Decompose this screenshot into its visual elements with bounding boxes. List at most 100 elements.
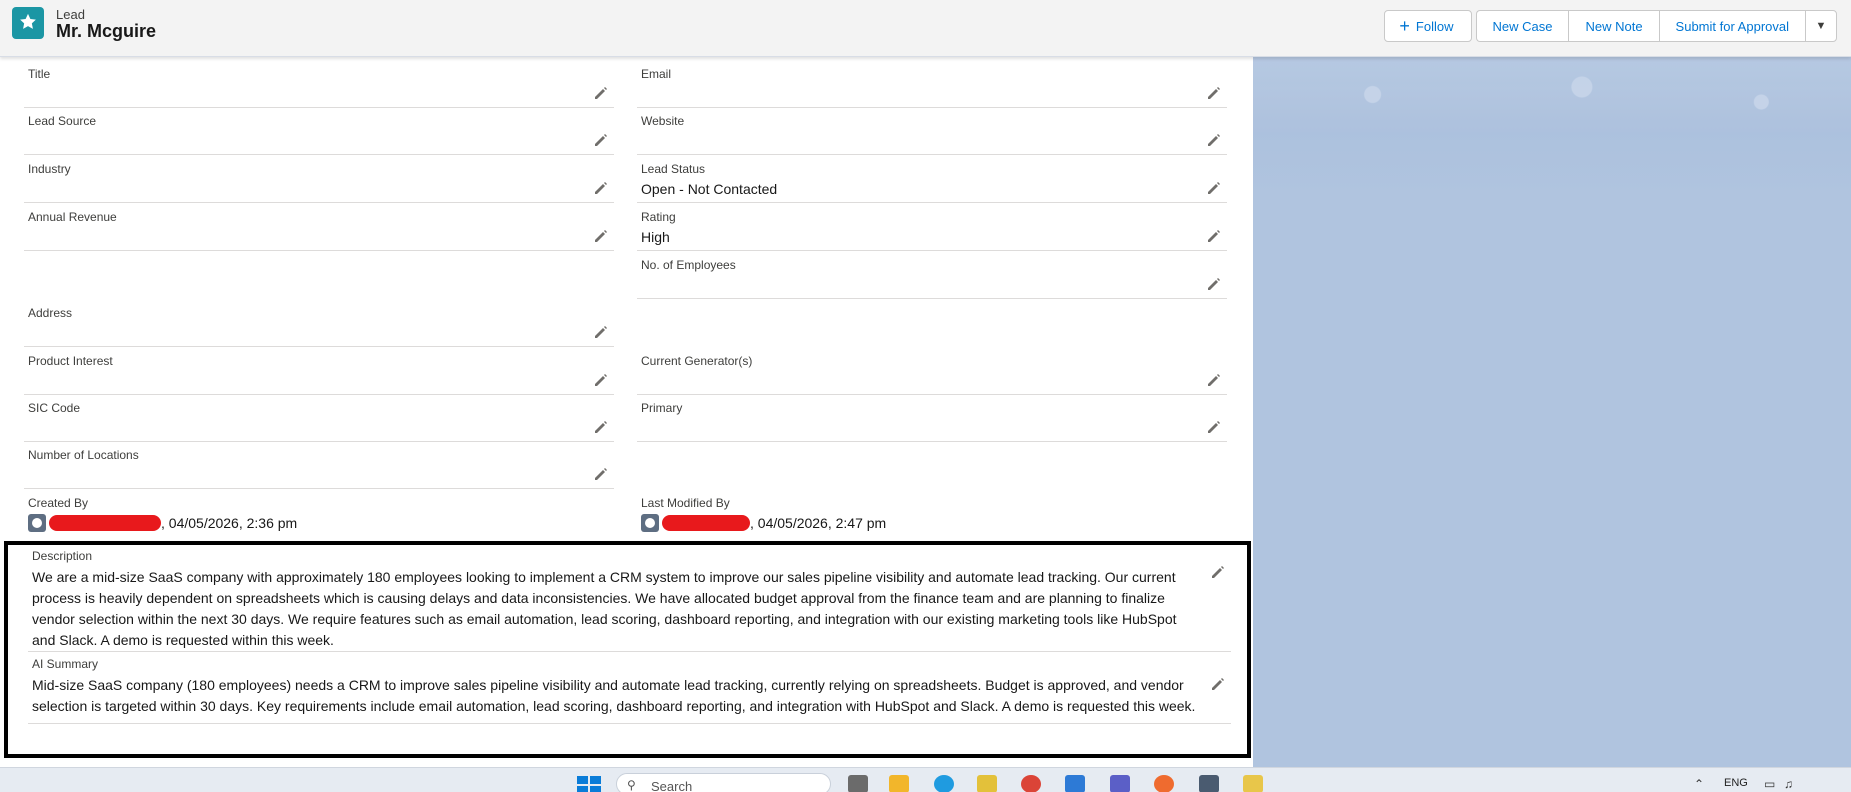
field-industry: Industry <box>24 157 614 203</box>
chrome-icon[interactable] <box>1021 775 1041 792</box>
field-address: Address <box>24 301 614 347</box>
edit-pencil-icon[interactable] <box>1207 373 1221 387</box>
edit-pencil-icon[interactable] <box>1207 420 1221 434</box>
object-label: Lead <box>56 7 85 22</box>
edit-pencil-icon[interactable] <box>1211 565 1225 579</box>
action-button-group: New Case New Note Submit for Approval ▼ <box>1475 10 1837 42</box>
submit-for-approval-button[interactable]: Submit for Approval <box>1658 10 1805 42</box>
taskbar-search[interactable]: ⚲ Search <box>616 773 831 792</box>
field-value: High <box>641 229 670 245</box>
redacted-name <box>49 515 161 531</box>
edit-pencil-icon[interactable] <box>1207 133 1221 147</box>
modified-date: , 04/05/2026, 2:47 pm <box>750 515 887 531</box>
field-label: AI Summary <box>32 657 99 671</box>
lead-icon <box>12 7 44 39</box>
file-explorer-icon[interactable] <box>889 775 909 792</box>
field-label: Lead Source <box>28 114 97 128</box>
edit-pencil-icon[interactable] <box>594 229 608 243</box>
field-rating: Rating High <box>637 205 1227 251</box>
field-label: SIC Code <box>28 401 81 415</box>
vscode-icon[interactable] <box>1065 775 1085 792</box>
background-area <box>1253 57 1851 767</box>
field-label: Website <box>641 114 685 128</box>
field-label: Number of Locations <box>28 448 139 462</box>
chevron-down-icon: ▼ <box>1815 20 1827 32</box>
plus-icon: + <box>1399 16 1410 36</box>
field-label: Product Interest <box>28 354 113 368</box>
field-lead-source: Lead Source <box>24 109 614 155</box>
field-label: Current Generator(s) <box>641 354 753 368</box>
field-created-by: Created By , 04/05/2026, 2:36 pm <box>24 491 614 537</box>
app-icon[interactable] <box>977 775 997 792</box>
field-label: Last Modified By <box>641 496 730 510</box>
task-view-icon[interactable] <box>848 775 868 792</box>
chevron-up-icon[interactable]: ⌃ <box>1694 777 1704 791</box>
created-date: , 04/05/2026, 2:36 pm <box>161 515 298 531</box>
field-email: Email <box>637 62 1227 108</box>
record-name: Mr. Mcguire <box>56 21 157 41</box>
follow-label: Follow <box>1415 18 1454 34</box>
field-label: Annual Revenue <box>28 210 117 224</box>
field-label: Industry <box>28 162 71 176</box>
language-indicator[interactable]: ENG <box>1724 777 1748 789</box>
follow-button[interactable]: + Follow <box>1384 10 1472 42</box>
field-annual-revenue: Annual Revenue <box>24 205 614 251</box>
field-lead-status: Lead Status Open - Not Contacted <box>637 157 1227 203</box>
edit-pencil-icon[interactable] <box>1211 677 1225 691</box>
field-label: Primary <box>641 401 683 415</box>
edit-pencil-icon[interactable] <box>1207 86 1221 100</box>
field-description: Description We are a mid-size SaaS compa… <box>28 545 1231 652</box>
background-pattern <box>1253 57 1851 132</box>
field-label: Rating <box>641 210 676 224</box>
record-header: Lead Mr. Mcguire + Follow New Case New N… <box>0 0 1851 57</box>
field-label: Title <box>28 67 51 81</box>
edit-pencil-icon[interactable] <box>1207 277 1221 291</box>
field-primary: Primary <box>637 396 1227 442</box>
network-icon[interactable]: ▭ <box>1764 777 1775 791</box>
field-title: Title <box>24 62 614 108</box>
redacted-name <box>662 515 750 531</box>
edit-pencil-icon[interactable] <box>594 420 608 434</box>
edit-pencil-icon[interactable] <box>1207 181 1221 195</box>
field-label: Description <box>32 549 93 563</box>
notepad-icon[interactable] <box>1243 775 1263 792</box>
field-value: Open - Not Contacted <box>641 181 778 197</box>
edit-pencil-icon[interactable] <box>594 467 608 481</box>
description-text: We are a mid-size SaaS company with appr… <box>32 569 1177 648</box>
edge-browser-icon[interactable] <box>934 775 954 792</box>
field-label: No. of Employees <box>641 258 736 272</box>
windows-start-icon[interactable] <box>577 776 601 792</box>
search-placeholder: Search <box>651 779 693 792</box>
field-label: Email <box>641 67 672 81</box>
edit-pencil-icon[interactable] <box>594 325 608 339</box>
user-avatar-icon <box>28 514 46 532</box>
edit-pencil-icon[interactable] <box>594 181 608 195</box>
teams-icon[interactable] <box>1110 775 1130 792</box>
created-by-user[interactable]: , 04/05/2026, 2:36 pm <box>28 514 297 532</box>
field-website: Website <box>637 109 1227 155</box>
more-actions-button[interactable]: ▼ <box>1805 10 1837 42</box>
new-case-button[interactable]: New Case <box>1475 10 1569 42</box>
field-ai-summary: AI Summary Mid-size SaaS company (180 em… <box>28 653 1231 724</box>
edit-pencil-icon[interactable] <box>594 373 608 387</box>
header-actions: + Follow New Case New Note Submit for Ap… <box>1384 10 1837 42</box>
edit-pencil-icon[interactable] <box>1207 229 1221 243</box>
ai-summary-text: Mid-size SaaS company (180 employees) ne… <box>32 677 1196 714</box>
search-icon: ⚲ <box>627 778 636 792</box>
os-taskbar: ⚲ Search ⌃ ENG ▭ ♫ <box>0 767 1851 792</box>
volume-icon[interactable]: ♫ <box>1784 777 1793 791</box>
edit-pencil-icon[interactable] <box>594 86 608 100</box>
field-product-interest: Product Interest <box>24 349 614 395</box>
modified-by-user[interactable]: , 04/05/2026, 2:47 pm <box>641 514 886 532</box>
edit-pencil-icon[interactable] <box>594 133 608 147</box>
field-current-generators: Current Generator(s) <box>637 349 1227 395</box>
app-icon[interactable] <box>1199 775 1219 792</box>
field-sic-code: SIC Code <box>24 396 614 442</box>
field-last-modified-by: Last Modified By , 04/05/2026, 2:47 pm <box>637 491 1227 537</box>
field-label: Created By <box>28 496 89 510</box>
highlighted-section: Description We are a mid-size SaaS compa… <box>4 541 1251 758</box>
field-label: Address <box>28 306 73 320</box>
user-avatar-icon <box>641 514 659 532</box>
new-note-button[interactable]: New Note <box>1568 10 1659 42</box>
app-icon[interactable] <box>1154 775 1174 792</box>
